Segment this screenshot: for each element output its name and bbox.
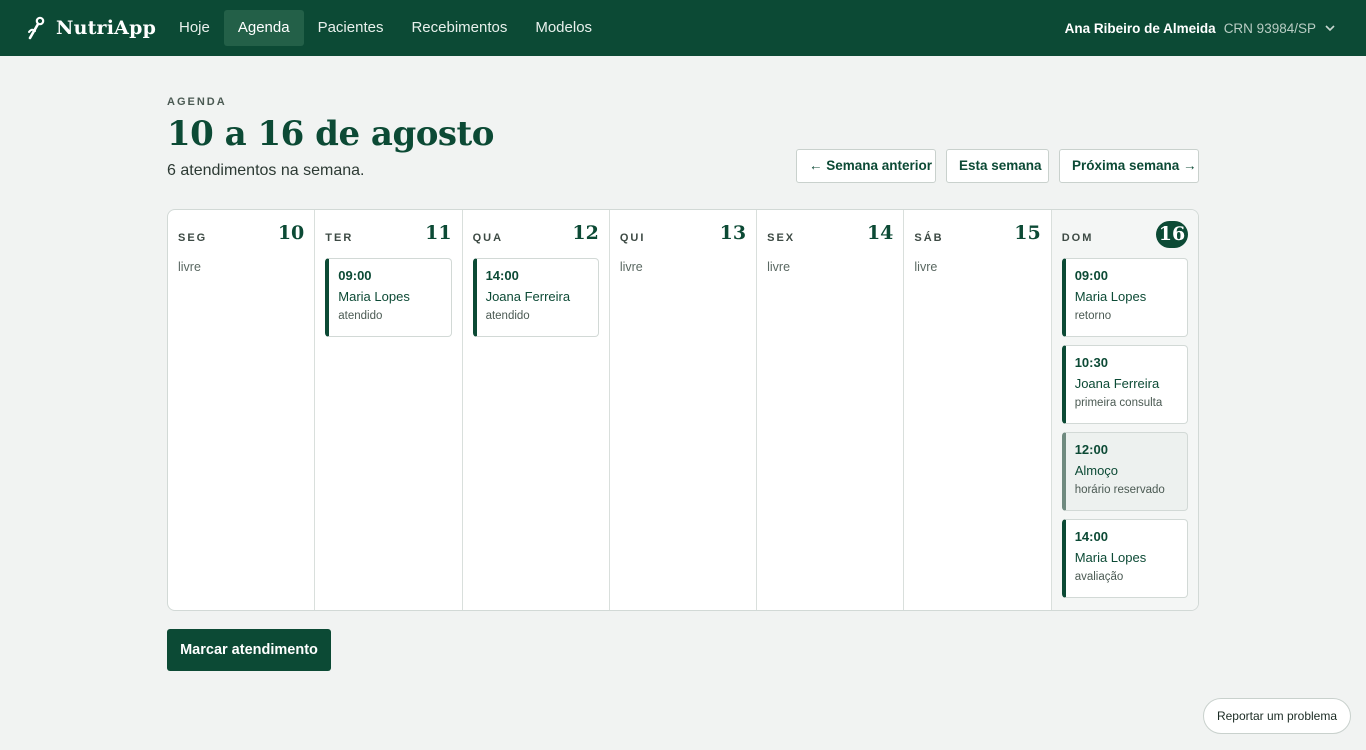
appointment-patient: Maria Lopes [1074, 289, 1147, 304]
appointment-card[interactable]: 14:00 Maria Lopes avaliação [1061, 519, 1188, 598]
day-header: QUI 13 [620, 210, 746, 258]
day-of-week: SÁB [914, 232, 944, 244]
week-calendar: SEG 10 livre TER 11 09:00 Maria Lopes at… [167, 209, 1199, 611]
appointment-card[interactable]: 10:30 Joana Ferreira primeira consulta [1061, 345, 1188, 424]
appointment-time: 12:00 [1074, 442, 1108, 457]
app-name: NutriApp [56, 17, 157, 39]
day-header: TER 11 [325, 210, 451, 258]
day-header: DOM 16 [1062, 210, 1188, 258]
appointment-time: 09:00 [1074, 268, 1108, 283]
appointment-time: 14:00 [485, 268, 519, 283]
appointment-card[interactable]: 09:00 Maria Lopes retorno [1061, 258, 1188, 337]
new-appointment-button[interactable]: Marcar atendimento [167, 629, 331, 671]
day-number: 15 [1014, 222, 1041, 244]
user-menu[interactable]: Ana Ribeiro de Almeida CRN 93984/SP [1065, 0, 1336, 56]
appointment-status: retorno [1074, 310, 1112, 322]
user-name: Ana Ribeiro de Almeida [1064, 20, 1216, 36]
page-eyebrow: AGENDA [167, 96, 227, 108]
day-column-sab[interactable]: SÁB 15 livre [904, 210, 1052, 610]
day-of-week: SEX [767, 232, 796, 244]
appointment-status: atendido [338, 310, 383, 322]
nav-recebimentos[interactable]: Recebimentos [397, 10, 521, 46]
appointment-status: horário reservado [1074, 484, 1165, 496]
top-navbar: NutriApp Hoje Agenda Pacientes Recebimen… [0, 0, 1366, 56]
page-title: 10 a 16 de agosto [167, 114, 494, 154]
brand[interactable]: NutriApp [26, 14, 156, 42]
day-column-dom[interactable]: DOM 16 09:00 Maria Lopes retorno 10:30 J… [1051, 210, 1198, 610]
free-slot-label: livre [619, 260, 643, 274]
nav-hoje[interactable]: Hoje [165, 10, 224, 46]
today-day-number-badge: 16 [1155, 221, 1188, 248]
day-of-week: QUI [619, 232, 646, 244]
day-of-week: SEG [178, 232, 208, 244]
day-column-qui[interactable]: QUI 13 livre [610, 210, 758, 610]
day-header: SEX 14 [767, 210, 893, 258]
day-header: SÁB 15 [914, 210, 1040, 258]
appointment-card[interactable]: 14:00 Joana Ferreira atendido [472, 258, 599, 337]
day-header: SEG 10 [178, 210, 304, 258]
page-subtitle: 6 atendimentos na semana. [167, 162, 365, 179]
day-number: 12 [572, 222, 599, 244]
nav-pacientes[interactable]: Pacientes [304, 10, 398, 46]
appointment-patient: Joana Ferreira [485, 289, 571, 304]
appointment-time: 09:00 [338, 268, 372, 283]
appointment-card[interactable]: 09:00 Maria Lopes atendido [325, 258, 452, 337]
next-week-button[interactable]: Próxima semana → [1059, 149, 1199, 183]
appointment-patient: Joana Ferreira [1074, 376, 1160, 391]
free-slot-label: livre [914, 260, 938, 274]
day-number: 10 [277, 222, 305, 244]
nav-modelos[interactable]: Modelos [521, 10, 606, 46]
this-week-button[interactable]: Esta semana [946, 149, 1049, 183]
appointment-status: avaliação [1074, 571, 1124, 583]
day-column-ter[interactable]: TER 11 09:00 Maria Lopes atendido [315, 210, 463, 610]
appointment-patient: Maria Lopes [338, 289, 410, 304]
appointment-patient: Almoço [1074, 463, 1119, 478]
previous-week-button[interactable]: ← Semana anterior [796, 149, 936, 183]
day-of-week: DOM [1061, 232, 1094, 244]
day-number: 11 [425, 222, 452, 244]
appointment-patient: Maria Lopes [1074, 550, 1147, 565]
appointment-status: primeira consulta [1074, 397, 1163, 409]
nav-agenda[interactable]: Agenda [223, 10, 304, 46]
report-problem-button[interactable]: Reportar um problema [1203, 698, 1351, 734]
day-of-week: TER [325, 232, 354, 244]
free-slot-label: livre [767, 260, 791, 274]
leaf-logo-icon [28, 16, 45, 40]
appointment-status: atendido [485, 310, 530, 322]
user-crn: CRN 93984/SP [1223, 20, 1316, 36]
appointment-time: 10:30 [1074, 355, 1108, 370]
day-number: 14 [866, 222, 894, 244]
day-number: 13 [719, 222, 747, 244]
day-of-week: QUA [472, 232, 504, 244]
day-column-sex[interactable]: SEX 14 livre [757, 210, 905, 610]
main-nav: Hoje Agenda Pacientes Recebimentos Model… [165, 10, 606, 46]
day-column-qua[interactable]: QUA 12 14:00 Joana Ferreira atendido [463, 210, 610, 610]
reserved-slot-card[interactable]: 12:00 Almoço horário reservado [1061, 432, 1188, 511]
appointment-time: 14:00 [1074, 529, 1108, 544]
free-slot-label: livre [178, 260, 201, 274]
day-column-seg[interactable]: SEG 10 livre [168, 210, 316, 610]
day-header: QUA 12 [473, 210, 599, 258]
chevron-down-icon [1325, 25, 1335, 32]
